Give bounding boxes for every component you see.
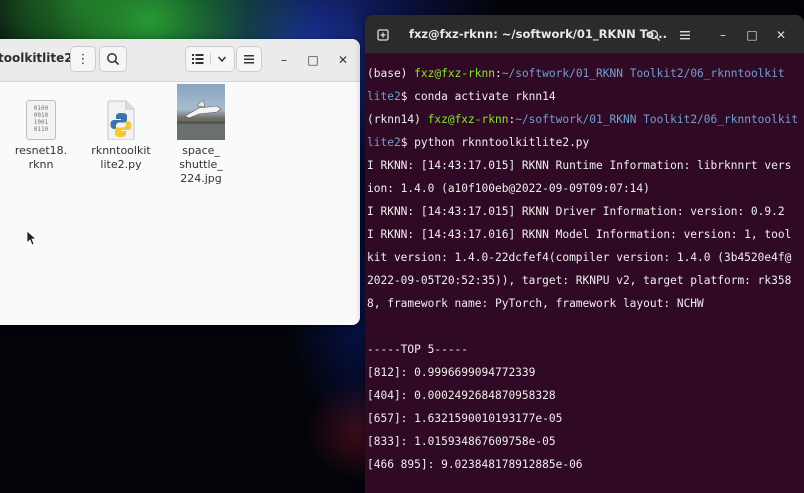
terminal-line: -----TOP 5----- bbox=[367, 338, 804, 361]
desktop: toolkitlite2 ⋮ – □ ✕ 0100 0010 1001 0110… bbox=[0, 0, 804, 493]
file-name: space_ shuttle_ 224.jpg bbox=[179, 144, 223, 185]
terminal-line: [812]: 0.9996699094772339 bbox=[367, 361, 804, 384]
terminal-line: [657]: 1.6321590010193177e-05 bbox=[367, 407, 804, 430]
mouse-cursor-icon bbox=[26, 230, 36, 246]
terminal-output[interactable]: (base) fxz@fxz-rknn:~/softwork/01_RKNN T… bbox=[365, 54, 804, 493]
file-manager-headerbar[interactable]: toolkitlite2 ⋮ – □ ✕ bbox=[0, 39, 360, 82]
terminal-user: fxz@fxz-rknn bbox=[414, 67, 495, 80]
folder-menu-button[interactable]: ⋮ bbox=[70, 46, 96, 72]
terminal-menu-button[interactable] bbox=[674, 24, 696, 46]
terminal-search-button[interactable] bbox=[643, 24, 665, 46]
file-grid[interactable]: 0100 0010 1001 0110 resnet18. rknn rknntool… bbox=[0, 82, 360, 325]
terminal-rest: $ python rknntoolkitlite2.py bbox=[400, 136, 590, 149]
file-item-resnet18[interactable]: 0100 0010 1001 0110 resnet18. rknn bbox=[6, 90, 76, 172]
chevron-down-icon bbox=[218, 56, 227, 63]
terminal-path: lite2 bbox=[367, 136, 401, 149]
main-menu-button[interactable] bbox=[236, 46, 262, 72]
terminal-prefix: (rknn14) bbox=[367, 113, 428, 126]
terminal-line: [466 895]: 9.023848178912885e-06 bbox=[367, 453, 804, 476]
search-button[interactable] bbox=[99, 46, 127, 72]
close-button[interactable]: ✕ bbox=[332, 49, 354, 71]
list-view-button[interactable] bbox=[186, 53, 211, 65]
terminal-prefix: [833]: 1.015934867609758e-05 bbox=[367, 435, 556, 448]
file-name: rknntoolkit lite2.py bbox=[91, 144, 151, 171]
vertical-dots-icon: ⋮ bbox=[76, 51, 90, 67]
image-thumbnail bbox=[177, 84, 225, 140]
path-bar-current-folder[interactable]: toolkitlite2 bbox=[0, 51, 73, 65]
terminal-prefix: [657]: 1.6321590010193177e-05 bbox=[367, 412, 563, 425]
terminal-rest: $ conda activate rknn14 bbox=[400, 90, 556, 103]
terminal-minimize-button[interactable]: – bbox=[712, 24, 734, 46]
python-file-icon bbox=[106, 100, 136, 141]
close-icon: ✕ bbox=[337, 53, 349, 67]
terminal-prefix: 8, framework name: PyTorch, framework la… bbox=[367, 297, 704, 310]
terminal-prefix: 2022-09-05T20:52:35)), target: RKNPU v2,… bbox=[367, 274, 792, 287]
terminal-window[interactable]: fxz@fxz-rknn: ~/softwork/01_RKNN To... –… bbox=[365, 15, 804, 493]
terminal-prefix: kit version: 1.4.0-22dcfef4(compiler ver… bbox=[367, 251, 792, 264]
maximize-button[interactable]: □ bbox=[302, 49, 324, 71]
terminal-prefix: [404]: 0.0002492684870958328 bbox=[367, 389, 556, 402]
minimize-icon: – bbox=[720, 28, 726, 42]
view-dropdown-button[interactable] bbox=[211, 54, 235, 64]
menu-icon bbox=[244, 55, 254, 64]
file-name: resnet18. rknn bbox=[14, 144, 68, 171]
terminal-prefix: (base) bbox=[367, 67, 415, 80]
terminal-prefix: I RKNN: [14:43:17.015] RKNN Runtime Info… bbox=[367, 159, 792, 172]
maximize-icon: □ bbox=[307, 53, 319, 67]
terminal-line: I RKNN: [14:43:17.016] RKNN Model Inform… bbox=[367, 223, 804, 246]
terminal-sep: : bbox=[494, 67, 502, 80]
terminal-prefix: -----TOP 5----- bbox=[367, 343, 469, 356]
terminal-line: 2022-09-05T20:52:35)), target: RKNPU v2,… bbox=[367, 269, 804, 292]
terminal-line: I RKNN: [14:43:17.015] RKNN Driver Infor… bbox=[367, 200, 804, 223]
terminal-prefix: I RKNN: [14:43:17.015] RKNN Driver Infor… bbox=[367, 205, 785, 218]
search-icon bbox=[648, 29, 660, 41]
file-manager-window[interactable]: toolkitlite2 ⋮ – □ ✕ 0100 0010 1001 0110… bbox=[0, 39, 360, 325]
terminal-line: I RKNN: [14:43:17.015] RKNN Runtime Info… bbox=[367, 154, 804, 177]
terminal-prefix: [466 895]: 9.023848178912885e-06 bbox=[367, 458, 583, 471]
terminal-path: ~/softwork/01_RKNN Toolkit2/06_rknntoolk… bbox=[501, 67, 785, 80]
terminal-close-button[interactable]: ✕ bbox=[770, 24, 792, 46]
terminal-prefix: ion: 1.4.0 (a10f100eb@2022-09-09T09:07:1… bbox=[367, 182, 650, 195]
terminal-headerbar[interactable]: fxz@fxz-rknn: ~/softwork/01_RKNN To... –… bbox=[365, 15, 804, 54]
terminal-title: fxz@fxz-rknn: ~/softwork/01_RKNN To... bbox=[409, 27, 668, 41]
binary-file-icon: 0100 0010 1001 0110 bbox=[26, 100, 56, 140]
terminal-prefix: [812]: 0.9996699094772339 bbox=[367, 366, 536, 379]
terminal-prefix: I RKNN: [14:43:17.016] RKNN Model Inform… bbox=[367, 228, 792, 241]
maximize-icon: □ bbox=[746, 28, 758, 42]
terminal-line: [833]: 1.015934867609758e-05 bbox=[367, 430, 804, 453]
terminal-line: lite2$ conda activate rknn14 bbox=[367, 85, 804, 108]
minimize-icon: – bbox=[281, 53, 287, 67]
new-tab-button[interactable] bbox=[372, 24, 394, 46]
close-icon: ✕ bbox=[775, 28, 787, 42]
file-item-space-shuttle[interactable]: space_ shuttle_ 224.jpg bbox=[166, 84, 236, 186]
menu-icon bbox=[680, 31, 690, 40]
terminal-line: lite2$ python rknntoolkitlite2.py bbox=[367, 131, 804, 154]
terminal-line: (base) fxz@fxz-rknn:~/softwork/01_RKNN T… bbox=[367, 62, 804, 85]
terminal-path: lite2 bbox=[367, 90, 401, 103]
terminal-maximize-button[interactable]: □ bbox=[741, 24, 763, 46]
file-item-rknntoolkitlite2[interactable]: rknntoolkit lite2.py bbox=[86, 90, 156, 172]
terminal-path: ~/softwork/01_RKNN Toolkit2/06_rknntoolk… bbox=[515, 113, 799, 126]
new-tab-icon bbox=[377, 29, 389, 41]
terminal-user: fxz@fxz-rknn bbox=[427, 113, 509, 126]
terminal-line: 8, framework name: PyTorch, framework la… bbox=[367, 292, 804, 315]
terminal-line: ion: 1.4.0 (a10f100eb@2022-09-09T09:07:1… bbox=[367, 177, 804, 200]
search-icon bbox=[107, 53, 120, 66]
view-options-group[interactable] bbox=[185, 46, 235, 72]
terminal-line: (rknn14) fxz@fxz-rknn:~/softwork/01_RKNN… bbox=[367, 108, 804, 131]
minimize-button[interactable]: – bbox=[273, 49, 295, 71]
list-view-icon bbox=[191, 54, 204, 64]
terminal-line: [404]: 0.0002492684870958328 bbox=[367, 384, 804, 407]
terminal-line: kit version: 1.4.0-22dcfef4(compiler ver… bbox=[367, 246, 804, 269]
